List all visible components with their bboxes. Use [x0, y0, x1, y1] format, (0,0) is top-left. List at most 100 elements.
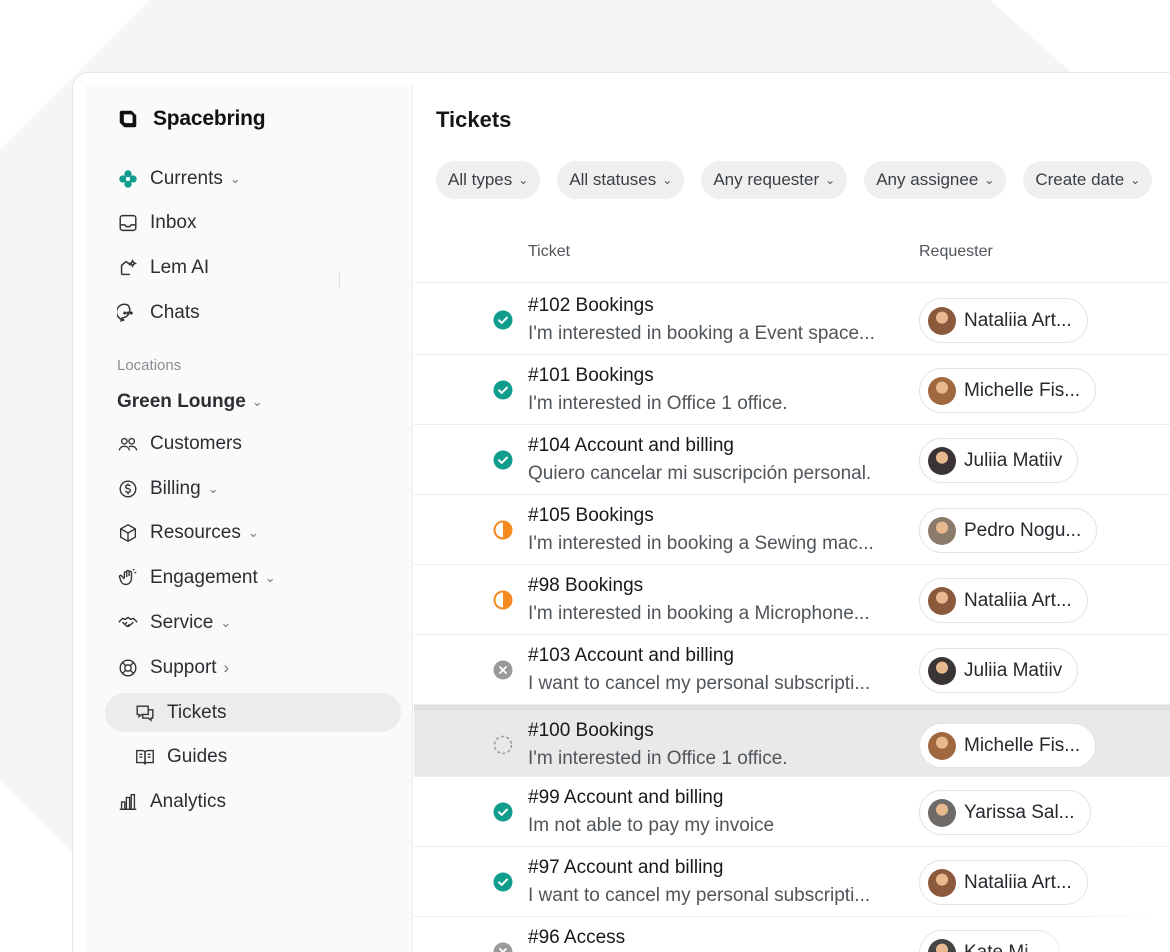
- ticket-title: #101 Bookings: [528, 365, 654, 386]
- chevron-down-icon: ⌄: [1130, 173, 1141, 187]
- brand-name: Spacebring: [153, 107, 266, 130]
- resolved-status-icon: [493, 450, 513, 470]
- chevron-right-icon: ›: [223, 657, 230, 677]
- requester-chip[interactable]: Nataliia Art...: [919, 860, 1088, 905]
- sidebar-item-tickets[interactable]: Tickets: [105, 693, 401, 733]
- chevron-down-icon: ⌄: [207, 480, 219, 496]
- table-row[interactable]: #101 Bookings I'm interested in Office 1 …: [414, 355, 1170, 425]
- chevron-down-icon: ⌄: [825, 173, 836, 187]
- requester-chip[interactable]: Yarissa Sal...: [919, 790, 1091, 835]
- location-name: Green Lounge: [117, 391, 246, 413]
- sidebar-item-label: Chats: [150, 301, 200, 323]
- avatar: [928, 938, 956, 952]
- table-row[interactable]: #96 Access Kate Mi...: [414, 917, 1170, 952]
- table-row[interactable]: #100 Bookings I'm interested in Office 1 …: [414, 705, 1170, 777]
- table-row[interactable]: #99 Account and billing Im not able to pa…: [414, 777, 1170, 847]
- sidebar-item-label: Engagement: [150, 567, 258, 589]
- sidebar-item-label: Lem AI: [150, 257, 210, 279]
- filter-assignee[interactable]: Any assignee ⌄: [864, 161, 1007, 199]
- ticket-title: #102 Bookings: [528, 295, 654, 316]
- requester-chip[interactable]: Pedro Nogu...: [919, 508, 1098, 553]
- inbox-icon: [117, 212, 139, 234]
- sidebar-item-label: Guides: [167, 746, 228, 768]
- requester-chip[interactable]: Nataliia Art...: [919, 578, 1088, 623]
- sidebar-item-label: Resources: [150, 522, 241, 544]
- filter-bar: All types ⌄ All statuses ⌄ Any requester…: [436, 161, 1153, 199]
- requester-chip[interactable]: Michelle Fis...: [919, 723, 1097, 768]
- table-row[interactable]: #105 Bookings I'm interested in booking a…: [414, 495, 1170, 565]
- sidebar-item-resources[interactable]: Resources ⌄: [105, 514, 401, 553]
- resolved-status-icon: [493, 872, 513, 892]
- brand[interactable]: Spacebring: [117, 107, 266, 131]
- chevron-down-icon: ⌄: [229, 170, 241, 186]
- sidebar-item-service[interactable]: Service ⌄: [105, 604, 401, 643]
- ticket-description: Quiero cancelar mi suscripción personal.: [528, 463, 872, 484]
- sidebar-item-label: Service: [150, 612, 214, 634]
- sidebar-item-customers[interactable]: Customers: [105, 424, 401, 463]
- ticket-description: I'm interested in booking a Event space.…: [528, 323, 875, 344]
- table-row[interactable]: #104 Account and billing Quiero cancelar …: [414, 425, 1170, 495]
- chevron-down-icon: ⌄: [220, 615, 232, 631]
- requester-name: Nataliia Art...: [964, 871, 1072, 893]
- filter-statuses[interactable]: All statuses ⌄: [557, 161, 685, 199]
- column-header-ticket[interactable]: Ticket: [528, 243, 570, 261]
- location-selector[interactable]: Green Lounge ⌄: [105, 380, 401, 424]
- requester-chip[interactable]: Kate Mi...: [919, 930, 1061, 952]
- avatar: [928, 306, 956, 335]
- table-row[interactable]: #98 Bookings I'm interested in booking a …: [414, 565, 1170, 635]
- filter-create-date[interactable]: Create date ⌄: [1023, 161, 1153, 199]
- filter-label: All types: [448, 170, 513, 189]
- table-row[interactable]: #102 Bookings I'm interested in booking a…: [414, 285, 1170, 355]
- sidebar-item-analytics[interactable]: Analytics: [105, 783, 401, 822]
- sidebar-item-guides[interactable]: Guides: [105, 738, 401, 777]
- filter-requester[interactable]: Any requester ⌄: [701, 161, 848, 199]
- spacebring-logo-icon: [117, 108, 139, 130]
- ticket-description: I want to cancel my personal subscripti.…: [528, 673, 871, 694]
- ticket-title: #97 Account and billing: [528, 857, 724, 878]
- filter-types[interactable]: All types ⌄: [436, 161, 541, 199]
- sidebar-item-support[interactable]: Support ›: [105, 648, 401, 687]
- sidebar-item-currents[interactable]: Currents ⌄: [105, 159, 401, 198]
- ticket-description: I'm interested in Office 1 office.: [528, 748, 788, 769]
- chevron-down-icon: ⌄: [518, 173, 529, 187]
- ticket-title: #100 Bookings: [528, 720, 654, 741]
- requester-chip[interactable]: Nataliia Art...: [919, 298, 1088, 343]
- column-header-requester[interactable]: Requester: [919, 243, 993, 261]
- chevron-down-icon: ⌄: [264, 570, 276, 586]
- locations-section-label: Locations: [117, 357, 182, 375]
- requester-name: Michelle Fis...: [964, 734, 1081, 756]
- sidebar-item-label: Support: [150, 656, 217, 678]
- ticket-description: I'm interested in booking a Microphone..…: [528, 603, 870, 624]
- in-progress-status-icon: [493, 590, 513, 610]
- filter-label: Any requester: [713, 170, 820, 189]
- screenshot-stage: Spacebring Currents ⌄ Inbox Lem AI Chats…: [0, 0, 1170, 952]
- requester-chip[interactable]: Michelle Fis...: [919, 368, 1097, 413]
- requester-name: Kate Mi...: [964, 941, 1045, 952]
- currents-icon: [117, 168, 139, 190]
- tickets-icon: [134, 702, 156, 724]
- table-row[interactable]: #103 Account and billing I want to cancel…: [414, 635, 1170, 705]
- requester-chip[interactable]: Juliia Matiiv: [919, 648, 1079, 693]
- avatar: [928, 798, 956, 827]
- sidebar-item-engagement[interactable]: Engagement ⌄: [105, 559, 401, 598]
- ticket-description: I'm interested in Office 1 office.: [528, 393, 788, 414]
- requester-name: Michelle Fis...: [964, 379, 1081, 401]
- ticket-title: #103 Account and billing: [528, 645, 734, 666]
- app-window: Spacebring Currents ⌄ Inbox Lem AI Chats…: [72, 72, 1170, 952]
- avatar: [928, 656, 956, 685]
- support-icon: [117, 657, 139, 679]
- resolved-status-icon: [493, 310, 513, 330]
- sidebar-item-chats[interactable]: Chats: [105, 293, 401, 332]
- analytics-icon: [117, 791, 139, 813]
- table-row[interactable]: #97 Account and billing I want to cancel …: [414, 847, 1170, 917]
- sidebar-item-inbox[interactable]: Inbox: [105, 204, 401, 243]
- sidebar-item-lem-ai[interactable]: Lem AI: [105, 249, 401, 288]
- requester-chip[interactable]: Juliia Matiiv: [919, 438, 1079, 483]
- requester-name: Nataliia Art...: [964, 589, 1072, 611]
- avatar: [928, 376, 956, 405]
- sidebar-item-billing[interactable]: Billing ⌄: [105, 469, 401, 508]
- requester-name: Juliia Matiiv: [964, 449, 1063, 471]
- chevron-down-icon: ⌄: [984, 173, 995, 187]
- sidebar-item-label: Customers: [150, 432, 242, 454]
- sidebar-item-label: Analytics: [150, 791, 227, 813]
